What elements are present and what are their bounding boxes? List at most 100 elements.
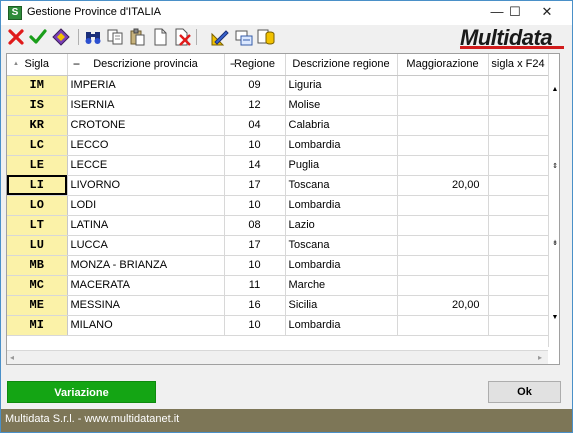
table-row[interactable]: LT LATINA 08 Lazio xyxy=(7,215,549,236)
copy-button[interactable] xyxy=(106,28,124,46)
cell-provincia[interactable]: MONZA - BRIANZA xyxy=(67,255,225,276)
cell-maggiorazione[interactable]: 20,00 xyxy=(397,295,489,316)
table-row[interactable]: MI MILANO 10 Lombardia xyxy=(7,315,549,336)
cell-regione[interactable]: 17 xyxy=(224,175,286,196)
cell-descrizione-regione[interactable]: Lombardia xyxy=(285,195,398,216)
erase-button[interactable] xyxy=(52,28,70,46)
column-header-descrizione-regione[interactable]: Descrizione regione xyxy=(285,54,398,76)
cell-maggiorazione[interactable] xyxy=(397,95,489,116)
cell-regione[interactable]: 16 xyxy=(224,295,286,316)
cell-sigla[interactable]: MI xyxy=(7,315,68,336)
cell-maggiorazione[interactable]: 20,00 xyxy=(397,175,489,196)
cell-sigla-f24[interactable] xyxy=(488,175,549,196)
cell-descrizione-regione[interactable]: Calabria xyxy=(285,115,398,136)
cell-regione[interactable]: 17 xyxy=(224,235,286,256)
table-row[interactable]: LO LODI 10 Lombardia xyxy=(7,195,549,216)
cell-provincia[interactable]: LODI xyxy=(67,195,225,216)
cell-sigla[interactable]: LO xyxy=(7,195,68,216)
delete-button[interactable] xyxy=(7,28,25,46)
cell-maggiorazione[interactable] xyxy=(397,235,489,256)
paste-button[interactable] xyxy=(128,28,146,46)
cell-maggiorazione[interactable] xyxy=(397,135,489,156)
cell-provincia[interactable]: LECCE xyxy=(67,155,225,176)
scroll-up-icon[interactable]: ▲ xyxy=(549,84,559,96)
cell-descrizione-regione[interactable]: Lombardia xyxy=(285,315,398,336)
table-row[interactable]: LI LIVORNO 17 Toscana 20,00 xyxy=(7,175,549,196)
scroll-right-icon[interactable]: ▸ xyxy=(538,353,542,362)
close-button[interactable]: ✕ xyxy=(532,1,562,25)
cell-maggiorazione[interactable] xyxy=(397,275,489,296)
cell-sigla[interactable]: LT xyxy=(7,215,68,236)
cell-maggiorazione[interactable] xyxy=(397,115,489,136)
cell-provincia[interactable]: LECCO xyxy=(67,135,225,156)
cell-sigla[interactable]: ME xyxy=(7,295,68,316)
vertical-scrollbar[interactable]: ▲ ⇕ ⇟ ▼ xyxy=(548,54,559,347)
column-header-regione[interactable]: ▬ Regione xyxy=(224,54,286,76)
cell-sigla[interactable]: IM xyxy=(7,75,68,96)
variazione-button[interactable]: Variazione xyxy=(7,381,156,403)
cell-sigla-f24[interactable] xyxy=(488,135,549,156)
cell-sigla-f24[interactable] xyxy=(488,195,549,216)
cell-regione[interactable]: 10 xyxy=(224,315,286,336)
cell-maggiorazione[interactable] xyxy=(397,195,489,216)
cell-sigla[interactable]: LE xyxy=(7,155,68,176)
maximize-button[interactable]: ☐ xyxy=(500,1,530,25)
cell-sigla-f24[interactable] xyxy=(488,255,549,276)
column-header-maggiorazione[interactable]: Maggiorazione xyxy=(397,54,489,76)
edit-button[interactable] xyxy=(211,28,229,46)
cell-descrizione-regione[interactable]: Toscana xyxy=(285,175,398,196)
scroll-page-icon[interactable]: ⇕ xyxy=(549,161,559,173)
table-row[interactable]: KR CROTONE 04 Calabria xyxy=(7,115,549,136)
search-button[interactable] xyxy=(84,28,102,46)
cell-provincia[interactable]: IMPERIA xyxy=(67,75,225,96)
table-row[interactable]: ME MESSINA 16 Sicilia 20,00 xyxy=(7,295,549,316)
cell-sigla-f24[interactable] xyxy=(488,155,549,176)
cell-sigla-f24[interactable] xyxy=(488,275,549,296)
cell-sigla[interactable]: MC xyxy=(7,275,68,296)
scroll-left-icon[interactable]: ◂ xyxy=(10,353,14,362)
cell-regione[interactable]: 08 xyxy=(224,215,286,236)
cell-regione[interactable]: 12 xyxy=(224,95,286,116)
cell-provincia[interactable]: LUCCA xyxy=(67,235,225,256)
table-row[interactable]: MB MONZA - BRIANZA 10 Lombardia xyxy=(7,255,549,276)
cell-sigla[interactable]: MB xyxy=(7,255,68,276)
column-header-descrizione-provincia[interactable]: ▬ Descrizione provincia xyxy=(67,54,225,76)
cell-sigla-f24[interactable] xyxy=(488,295,549,316)
export-button[interactable] xyxy=(235,28,253,46)
table-row[interactable]: IS ISERNIA 12 Molise xyxy=(7,95,549,116)
cell-maggiorazione[interactable] xyxy=(397,255,489,276)
delete-document-button[interactable] xyxy=(173,28,191,46)
new-document-button[interactable] xyxy=(151,28,169,46)
cell-sigla-f24[interactable] xyxy=(488,235,549,256)
cell-maggiorazione[interactable] xyxy=(397,215,489,236)
table-row[interactable]: LE LECCE 14 Puglia xyxy=(7,155,549,176)
confirm-button[interactable] xyxy=(29,28,47,46)
cell-regione[interactable]: 09 xyxy=(224,75,286,96)
cell-provincia[interactable]: LATINA xyxy=(67,215,225,236)
cell-sigla-f24[interactable] xyxy=(488,315,549,336)
cell-descrizione-regione[interactable]: Liguria xyxy=(285,75,398,96)
cell-regione[interactable]: 11 xyxy=(224,275,286,296)
horizontal-scrollbar[interactable]: ◂ ▸ xyxy=(7,350,548,364)
cell-provincia[interactable]: MILANO xyxy=(67,315,225,336)
cell-sigla-f24[interactable] xyxy=(488,95,549,116)
cell-sigla-f24[interactable] xyxy=(488,215,549,236)
cell-descrizione-regione[interactable]: Toscana xyxy=(285,235,398,256)
cell-provincia[interactable]: ISERNIA xyxy=(67,95,225,116)
table-row[interactable]: LC LECCO 10 Lombardia xyxy=(7,135,549,156)
cell-sigla[interactable]: KR xyxy=(7,115,68,136)
cell-descrizione-regione[interactable]: Sicilia xyxy=(285,295,398,316)
cell-regione[interactable]: 10 xyxy=(224,255,286,276)
cell-regione[interactable]: 04 xyxy=(224,115,286,136)
scroll-down-icon[interactable]: ▼ xyxy=(549,312,559,324)
cell-provincia[interactable]: MACERATA xyxy=(67,275,225,296)
ok-button[interactable]: Ok xyxy=(488,381,561,403)
cell-sigla-f24[interactable] xyxy=(488,75,549,96)
table-row[interactable]: LU LUCCA 17 Toscana xyxy=(7,235,549,256)
cell-descrizione-regione[interactable]: Puglia xyxy=(285,155,398,176)
cell-regione[interactable]: 14 xyxy=(224,155,286,176)
column-header-sigla[interactable]: ▲ Sigla xyxy=(7,54,68,76)
cell-provincia[interactable]: CROTONE xyxy=(67,115,225,136)
cell-descrizione-regione[interactable]: Lazio xyxy=(285,215,398,236)
cell-regione[interactable]: 10 xyxy=(224,135,286,156)
